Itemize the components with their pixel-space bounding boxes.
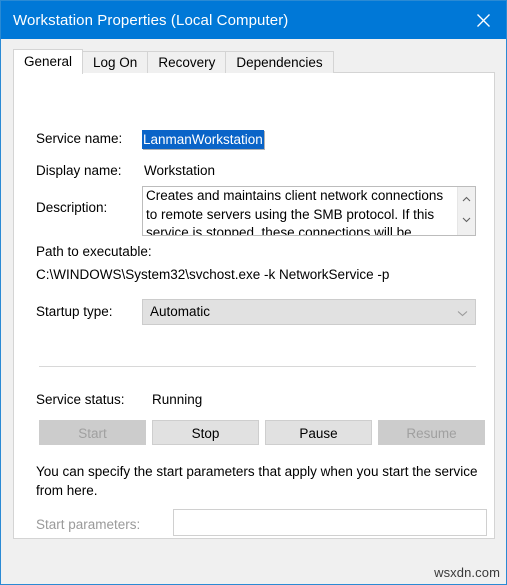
chevron-down-icon — [456, 308, 468, 318]
service-properties-dialog: Workstation Properties (Local Computer) … — [0, 0, 507, 585]
start-parameters-hint: You can specify the start parameters tha… — [36, 464, 478, 498]
stop-button[interactable]: Stop — [152, 420, 259, 445]
start-parameters-input[interactable] — [173, 509, 487, 536]
start-parameters-label: Start parameters: — [36, 517, 141, 532]
chevron-down-icon — [462, 217, 471, 222]
path-to-executable-label: Path to executable: — [36, 244, 152, 259]
service-name-label: Service name: — [36, 131, 123, 146]
tab-general[interactable]: General — [13, 49, 84, 74]
chevron-up-icon — [462, 196, 471, 201]
tab-strip: General Log On Recovery Dependencies — [13, 48, 334, 74]
tab-recovery[interactable]: Recovery — [147, 51, 227, 73]
display-name-label: Display name: — [36, 163, 122, 178]
title-bar: Workstation Properties (Local Computer) — [1, 1, 506, 39]
scroll-down-button[interactable] — [458, 211, 475, 228]
description-scrollbar[interactable] — [457, 187, 475, 235]
start-button[interactable]: Start — [39, 420, 146, 445]
description-textarea[interactable]: Creates and maintains client network con… — [142, 186, 476, 236]
close-icon — [476, 13, 490, 27]
startup-type-select[interactable]: Automatic — [142, 299, 476, 325]
service-status-value: Running — [152, 392, 203, 407]
dialog-client-area: General Log On Recovery Dependencies Ser… — [2, 39, 505, 584]
startup-type-label: Startup type: — [36, 304, 113, 319]
section-divider — [39, 366, 476, 367]
description-label: Description: — [36, 200, 108, 215]
startup-type-value: Automatic — [150, 304, 211, 319]
service-status-label: Service status: — [36, 392, 125, 407]
scroll-up-button[interactable] — [458, 190, 475, 207]
tab-log-on[interactable]: Log On — [82, 51, 149, 73]
description-value: Creates and maintains client network con… — [146, 188, 444, 236]
tab-page-general: Service name: LanmanWorkstation Display … — [13, 72, 495, 539]
watermark: wsxdn.com — [434, 565, 500, 580]
display-name-value: Workstation — [144, 163, 216, 178]
pause-button[interactable]: Pause — [265, 420, 372, 445]
path-to-executable-value: C:\WINDOWS\System32\svchost.exe -k Netwo… — [36, 267, 390, 282]
tab-dependencies[interactable]: Dependencies — [225, 51, 334, 73]
resume-button[interactable]: Resume — [378, 420, 485, 445]
service-name-value[interactable]: LanmanWorkstation — [142, 130, 264, 149]
close-button[interactable] — [460, 1, 506, 39]
window-title: Workstation Properties (Local Computer) — [13, 11, 289, 29]
